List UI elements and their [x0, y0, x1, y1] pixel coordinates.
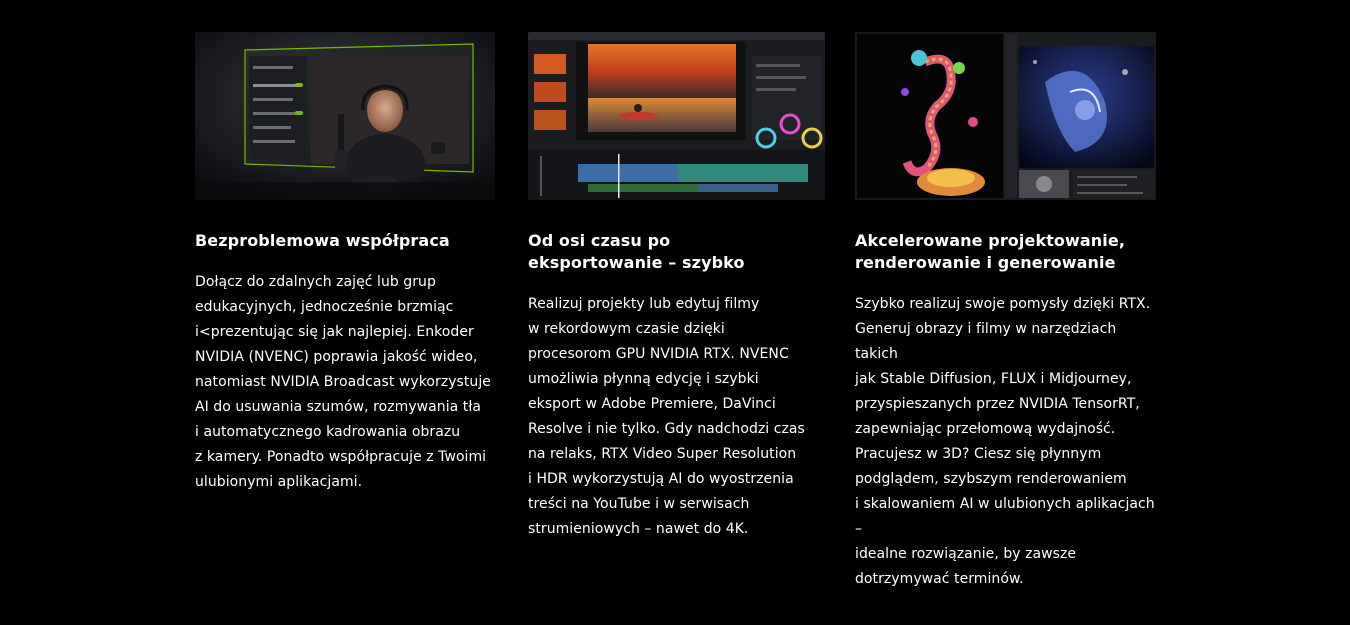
card-title: Od osi czasu po eksportowanie – szybko [528, 231, 745, 272]
feature-card-editing: Od osi czasu po eksportowanie – szybko R… [528, 32, 825, 542]
3d-render-image [855, 32, 1156, 200]
card-description: Szybko realizuj swoje pomysły dzięki RTX… [855, 296, 1155, 587]
broadcast-app-image [195, 32, 495, 200]
card-description: Dołącz do zdalnych zajęć lub grup edukac… [195, 274, 491, 490]
feature-card-rendering: Akcelerowane projektowanie, renderowanie… [855, 32, 1156, 592]
video-editor-image [528, 32, 825, 200]
card-title: Akcelerowane projektowanie, renderowanie… [855, 231, 1126, 272]
feature-card-collaboration: Bezproblemowa współpraca Dołącz do zdaln… [195, 32, 495, 495]
card-description: Realizuj projekty lub edytuj filmy w rek… [528, 296, 805, 537]
card-title: Bezproblemowa współpraca [195, 231, 450, 250]
